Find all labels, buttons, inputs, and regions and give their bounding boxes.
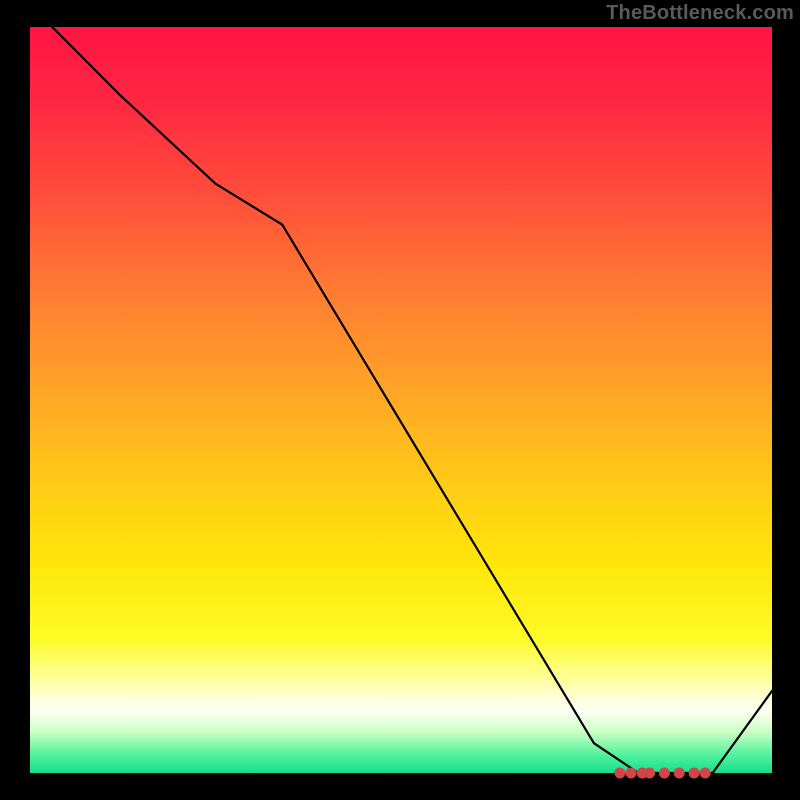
chart-container: TheBottleneck.com xyxy=(0,0,800,800)
watermark-text: TheBottleneck.com xyxy=(606,2,794,25)
series-markers xyxy=(614,768,710,779)
series-marker xyxy=(626,768,637,779)
plot-background xyxy=(30,27,772,773)
bottleneck-chart xyxy=(0,0,800,800)
series-marker xyxy=(689,768,700,779)
series-marker xyxy=(700,768,711,779)
series-marker xyxy=(674,768,685,779)
series-marker xyxy=(614,768,625,779)
series-marker xyxy=(644,768,655,779)
series-marker xyxy=(659,768,670,779)
